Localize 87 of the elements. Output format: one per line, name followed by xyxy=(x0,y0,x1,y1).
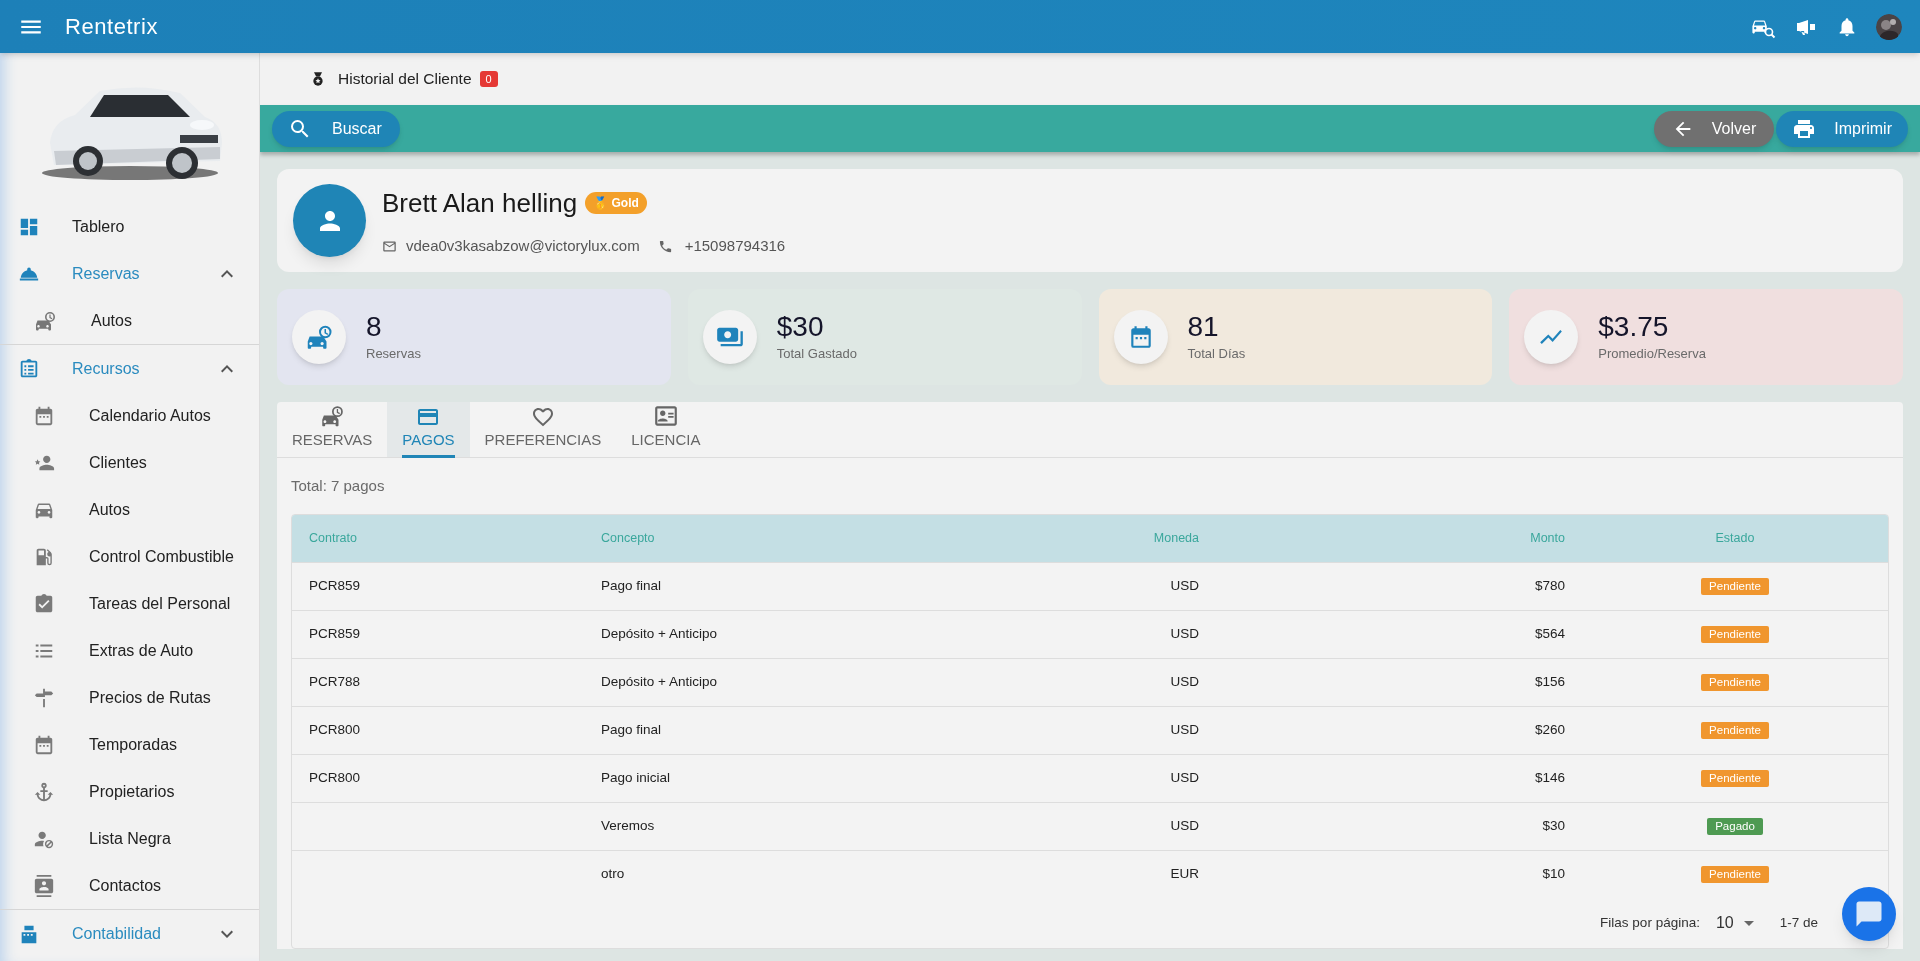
phone-icon xyxy=(657,238,673,254)
stat-value: 81 xyxy=(1187,310,1220,345)
sidebar-item[interactable]: Tablero xyxy=(0,203,259,250)
rows-per-page-select[interactable]: 10 xyxy=(1715,911,1754,935)
column-header: Moneda xyxy=(999,515,1216,562)
table-cell: $146 xyxy=(1534,769,1565,785)
table-cell: PCR859 xyxy=(309,577,361,593)
status-badge: Pagado xyxy=(1707,817,1763,835)
sidebar-subitem[interactable]: Autos xyxy=(0,297,259,344)
search-button[interactable]: Buscar xyxy=(272,110,400,147)
sidebar-subitem[interactable]: Control Combustible xyxy=(0,533,259,580)
stat-value: 8 xyxy=(366,310,383,345)
table-cell: Pago final xyxy=(601,721,662,737)
table-cell: Depósito + Anticipo xyxy=(601,673,717,689)
status-badge: Pendiente xyxy=(1701,721,1769,739)
table-cell: $30 xyxy=(1542,817,1565,833)
table-cell: PCR800 xyxy=(309,721,361,737)
sidebar-item-icon xyxy=(33,874,55,897)
column-header: Concepto xyxy=(584,515,999,562)
sidebar-subitem[interactable]: Temporadas xyxy=(0,721,259,768)
sidebar-group-icon xyxy=(18,357,40,380)
count-badge: 0 xyxy=(479,71,498,87)
table-cell: Pago final xyxy=(601,577,662,593)
stat-value: $30 xyxy=(776,310,825,345)
sidebar-subitem[interactable]: Extras de Auto xyxy=(0,627,259,674)
table-cell: $780 xyxy=(1534,577,1565,593)
table-cell: USD xyxy=(1170,769,1199,785)
sidebar-subitem[interactable]: Contactos xyxy=(0,862,259,909)
customer-phone[interactable]: +15098794316 xyxy=(684,234,786,258)
sidebar-item-icon xyxy=(33,404,55,427)
sidebar-subitem[interactable]: Tareas del Personal xyxy=(0,580,259,627)
table-cell: PCR859 xyxy=(309,625,361,641)
tab[interactable]: LICENCIA xyxy=(616,402,716,457)
table-cell: $156 xyxy=(1534,673,1565,689)
table-cell: PCR800 xyxy=(309,769,361,785)
table-cell: $260 xyxy=(1534,721,1565,737)
table-cell: USD xyxy=(1170,721,1199,737)
total-text: Total: 7 pagos xyxy=(291,475,386,496)
table-cell: otro xyxy=(601,866,625,882)
status-badge: Pendiente xyxy=(1701,673,1769,691)
table-cell: $10 xyxy=(1542,866,1565,882)
table-cell: Pago inicial xyxy=(601,769,671,785)
stat-label: Reservas xyxy=(366,345,421,364)
status-badge: Pendiente xyxy=(1701,577,1769,595)
page-range: 1-7 de xyxy=(1779,913,1818,932)
table-cell: USD xyxy=(1170,625,1199,641)
stat-label: Total Gastado xyxy=(776,345,857,364)
table-cell: USD xyxy=(1170,577,1199,593)
status-badge: Pendiente xyxy=(1701,866,1769,884)
sidebar-subitem[interactable]: Autos xyxy=(0,486,259,533)
sidebar-subitem[interactable]: Lista Negra xyxy=(0,815,259,862)
dropdown-caret-icon xyxy=(1743,920,1754,926)
table-cell: EUR xyxy=(1170,866,1199,882)
table-cell: $564 xyxy=(1534,625,1565,641)
status-badge: Pendiente xyxy=(1701,769,1769,787)
page-title: Historial del Cliente xyxy=(338,69,472,90)
sidebar-item-icon xyxy=(33,686,55,709)
customer-name: Brett Alan helling xyxy=(382,186,578,220)
status-badge: Pendiente xyxy=(1701,625,1769,643)
table-cell: Veremos xyxy=(601,817,655,833)
back-button[interactable]: Volver xyxy=(1653,110,1775,147)
stat-label: Promedio/Reserva xyxy=(1598,345,1706,364)
stat-value: $3.75 xyxy=(1598,310,1670,345)
table-cell: USD xyxy=(1170,673,1199,689)
sidebar-item-icon xyxy=(33,780,55,803)
rows-per-page-label: Filas por página: xyxy=(1600,913,1700,932)
stat-label: Total Días xyxy=(1187,345,1246,364)
print-button[interactable]: Imprimir xyxy=(1776,110,1908,147)
app-title: Rentetrix xyxy=(65,13,158,41)
sidebar-subitem[interactable]: Precios de Rutas xyxy=(0,674,259,721)
sidebar-item-icon xyxy=(33,592,55,615)
column-header: Estado xyxy=(1582,515,1888,562)
table-cell: PCR788 xyxy=(309,673,361,689)
sidebar-subitem[interactable]: Calendario Autos xyxy=(0,392,259,439)
sidebar-item-icon xyxy=(33,733,55,756)
tab[interactable]: RESERVAS xyxy=(277,402,388,457)
table-cell: USD xyxy=(1170,817,1199,833)
customer-email[interactable]: vdea0v3kasabzow@victorylux.com xyxy=(406,234,640,258)
table-cell: Depósito + Anticipo xyxy=(601,625,717,641)
sidebar-subitem[interactable]: Clientes xyxy=(0,439,259,486)
chat-icon xyxy=(1854,899,1884,929)
sidebar-subitem[interactable]: Propietarios xyxy=(0,768,259,815)
column-header: Contrato xyxy=(292,515,584,562)
tab[interactable]: PREFERENCIAS xyxy=(469,402,617,457)
tier-badge: 🥇 Gold xyxy=(585,192,647,215)
medal-icon xyxy=(310,70,326,88)
column-header: Monto xyxy=(1216,515,1582,562)
